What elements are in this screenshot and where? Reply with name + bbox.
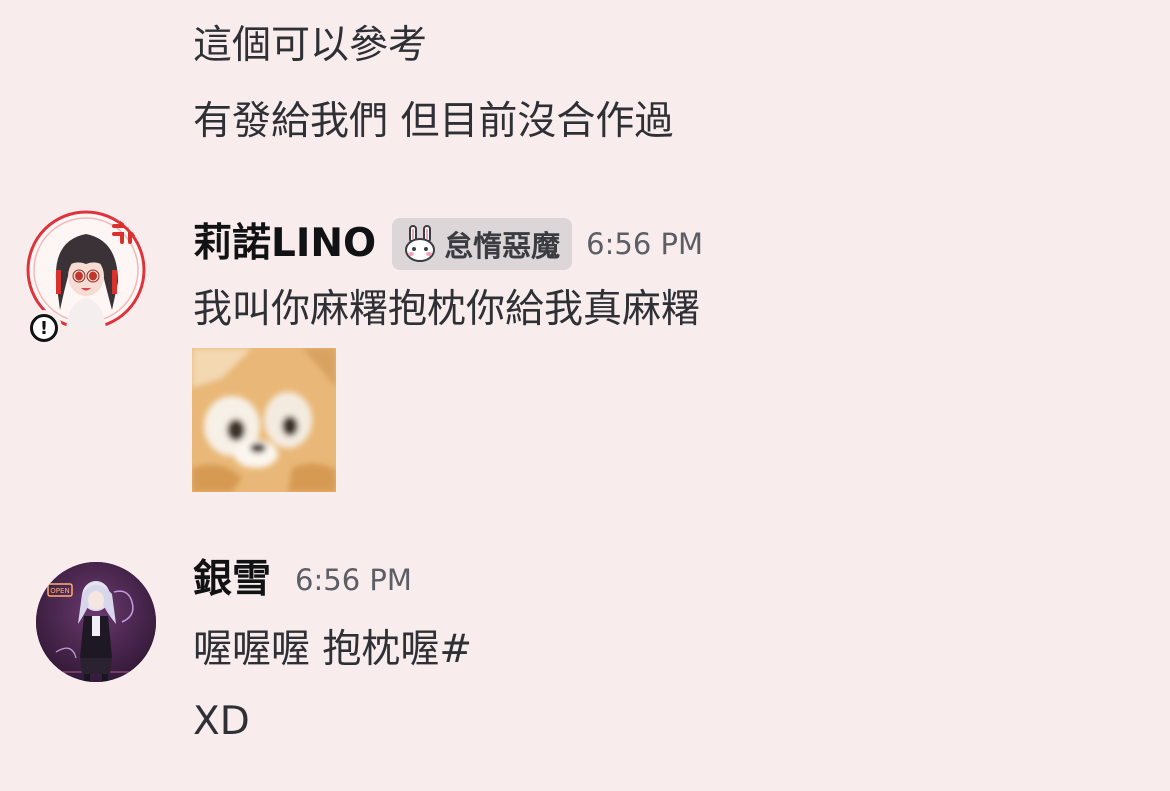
username[interactable]: 莉諾LINO bbox=[193, 220, 376, 268]
sticker-image bbox=[192, 348, 336, 492]
role-tag[interactable]: 怠惰惡魔 bbox=[392, 218, 573, 270]
avatar-yinxue-image: OPEN bbox=[36, 562, 156, 682]
role-tag-label: 怠惰惡魔 bbox=[444, 229, 561, 263]
timestamp[interactable]: 6:56 PM bbox=[586, 227, 703, 261]
message-text: 有發給我們 但目前沒合作過 bbox=[193, 99, 674, 144]
message-text: XD bbox=[193, 699, 250, 744]
message-text: 這個可以參考 bbox=[193, 23, 428, 68]
message-text: 我叫你麻糬抱枕你給我真麻糬 bbox=[193, 287, 701, 332]
message-header: 莉諾LINO 怠惰惡魔 6:56 PM bbox=[193, 218, 703, 270]
timestamp[interactable]: 6:56 PM bbox=[295, 563, 412, 597]
username[interactable]: 銀雪 bbox=[193, 556, 271, 604]
avatar-yinxue[interactable]: OPEN bbox=[36, 562, 156, 682]
message-text: 喔喔喔 抱枕喔# bbox=[193, 627, 473, 672]
cat-face-sticker[interactable] bbox=[192, 348, 336, 492]
svg-text:OPEN: OPEN bbox=[50, 587, 69, 595]
message-header: 銀雪 6:56 PM bbox=[193, 556, 412, 604]
chat-message-list: 這個可以參考 有發給我們 但目前沒合作過 ! 莉諾LINO 怠惰惡魔 6:56 … bbox=[0, 0, 1170, 791]
exclamation-icon: ! bbox=[30, 314, 58, 342]
status-badge: ! bbox=[26, 310, 62, 346]
bunny-icon bbox=[405, 225, 436, 262]
